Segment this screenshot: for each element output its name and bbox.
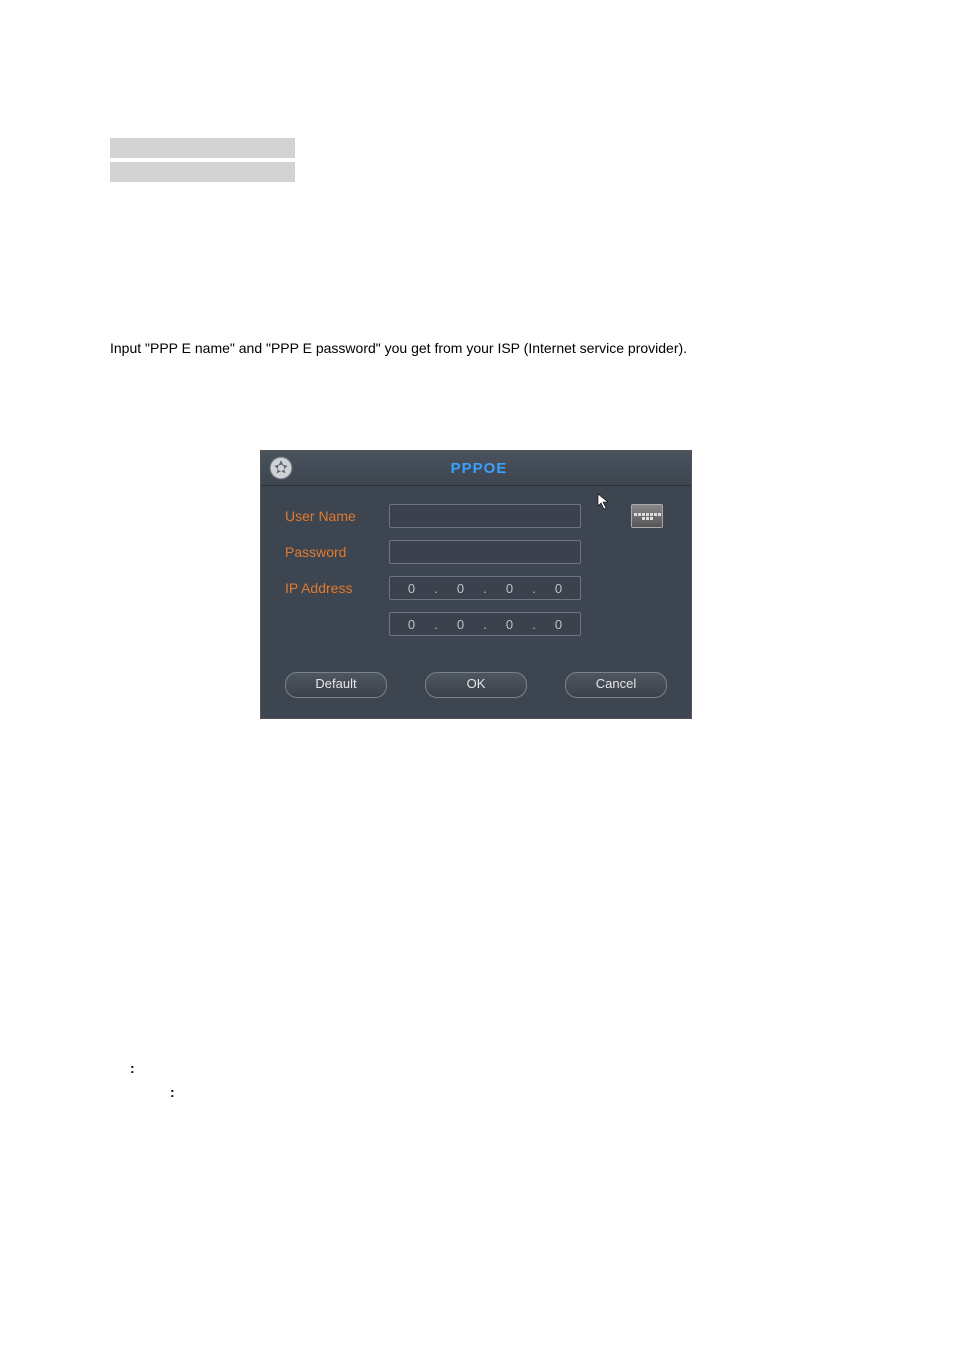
ip1-octet-b[interactable]: 0 [439, 581, 482, 596]
username-input[interactable] [389, 504, 581, 528]
row-password: Password [285, 540, 667, 564]
ip2-octet-d[interactable]: 0 [537, 617, 580, 632]
label-ipaddress: IP Address [285, 580, 389, 596]
dialog-title: PPPOE [301, 460, 657, 477]
ip2-octet-c[interactable]: 0 [488, 617, 531, 632]
ip1-octet-a[interactable]: 0 [390, 581, 433, 596]
dialog-button-row: Default OK Cancel [261, 658, 691, 718]
row-ip2: 0 . 0 . 0 . 0 [285, 612, 667, 636]
label-username: User Name [285, 508, 389, 524]
dialog-body: User Name Password IP Address 0 . 0 . 0 … [261, 486, 691, 658]
ip-address-field-2[interactable]: 0 . 0 . 0 . 0 [389, 612, 581, 636]
ip2-octet-b[interactable]: 0 [439, 617, 482, 632]
cursor-icon [597, 493, 611, 511]
row-username: User Name [285, 504, 667, 528]
system-gear-icon [267, 454, 295, 482]
row-ip1: IP Address 0 . 0 . 0 . 0 [285, 576, 667, 600]
stray-colon-2: : [170, 1084, 175, 1100]
keyboard-icon[interactable] [631, 504, 663, 528]
gray-bar-1 [110, 138, 295, 158]
cancel-button[interactable]: Cancel [565, 672, 667, 698]
stray-colon-1: : [130, 1060, 135, 1076]
pppoe-dialog: PPPOE User Name Password IP Address 0 . … [260, 450, 692, 719]
ip-address-field-1[interactable]: 0 . 0 . 0 . 0 [389, 576, 581, 600]
password-input[interactable] [389, 540, 581, 564]
dialog-titlebar: PPPOE [261, 451, 691, 486]
ip1-octet-d[interactable]: 0 [537, 581, 580, 596]
default-button[interactable]: Default [285, 672, 387, 698]
gray-bar-2 [110, 162, 295, 182]
body-paragraph: Input "PPP E name" and "PPP E password" … [110, 340, 894, 356]
ip1-octet-c[interactable]: 0 [488, 581, 531, 596]
label-password: Password [285, 544, 389, 560]
ok-button[interactable]: OK [425, 672, 527, 698]
ip2-octet-a[interactable]: 0 [390, 617, 433, 632]
